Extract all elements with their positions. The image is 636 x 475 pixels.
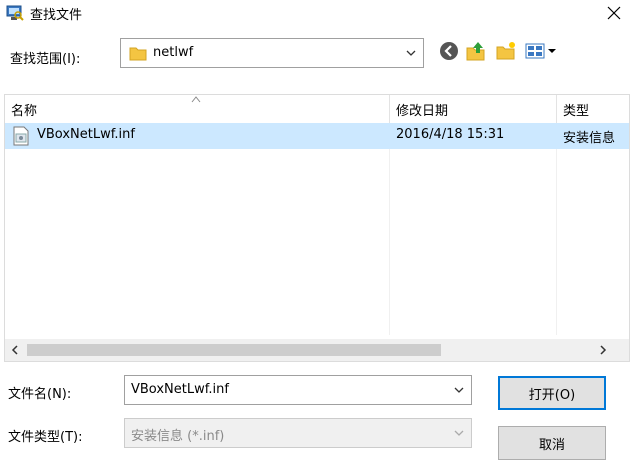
file-row[interactable]: VBoxNetLwf.inf 2016/4/18 15:31 安装信息 [5,123,629,149]
column-divider [389,149,390,335]
inf-file-icon [13,126,29,146]
look-in-dropdown[interactable]: netlwf [120,38,424,68]
file-modified: 2016/4/18 15:31 [396,127,505,142]
chevron-right-icon [600,345,607,355]
horizontal-scrollbar[interactable] [5,339,629,361]
column-divider [556,149,557,335]
folder-icon [129,47,147,61]
file-list[interactable]: 名称 修改日期 类型 VBoxNetLwf.inf 2016/4/18 15:3… [4,94,630,362]
filename-value: VBoxNetLwf.inf [131,382,229,397]
look-in-value: netlwf [153,45,194,60]
view-menu-icon[interactable] [524,40,558,62]
close-icon [607,6,621,20]
look-in-label: 查找范围(I): [10,52,81,67]
filetype-label: 文件类型(T): [8,430,83,445]
search-computer-icon [6,5,24,21]
filename-input[interactable]: VBoxNetLwf.inf [124,375,472,405]
column-header-name-label: 名称 [11,103,38,119]
scroll-left-button[interactable] [7,342,23,358]
scroll-right-button[interactable] [595,342,611,358]
column-header-name[interactable]: 名称 [5,95,389,123]
chevron-down-icon [406,50,416,56]
filetype-select: 安装信息 (*.inf) [124,418,472,448]
filetype-value: 安装信息 (*.inf) [131,429,225,444]
open-button[interactable]: 打开(O) [498,376,606,410]
chevron-left-icon [11,345,18,355]
title-bar: 查找文件 [0,0,636,26]
cancel-button[interactable]: 取消 [498,426,606,460]
column-header-type[interactable]: 类型 [557,95,629,123]
column-header-type-label: 类型 [563,103,590,119]
column-header-modified[interactable]: 修改日期 [390,95,556,123]
window-title: 查找文件 [30,8,83,23]
scrollbar-thumb[interactable] [27,344,441,356]
column-header-modified-label: 修改日期 [396,103,449,119]
new-folder-icon[interactable] [495,40,517,62]
chevron-down-icon [454,430,464,436]
chevron-down-icon [454,387,464,393]
filename-label: 文件名(N): [8,387,72,402]
open-button-label: 打开(O) [528,387,576,403]
close-button[interactable] [592,0,636,26]
file-name: VBoxNetLwf.inf [37,127,135,142]
cancel-button-label: 取消 [538,437,565,453]
back-icon[interactable] [438,40,460,62]
up-folder-icon[interactable] [465,40,487,62]
file-type: 安装信息 [563,131,616,146]
